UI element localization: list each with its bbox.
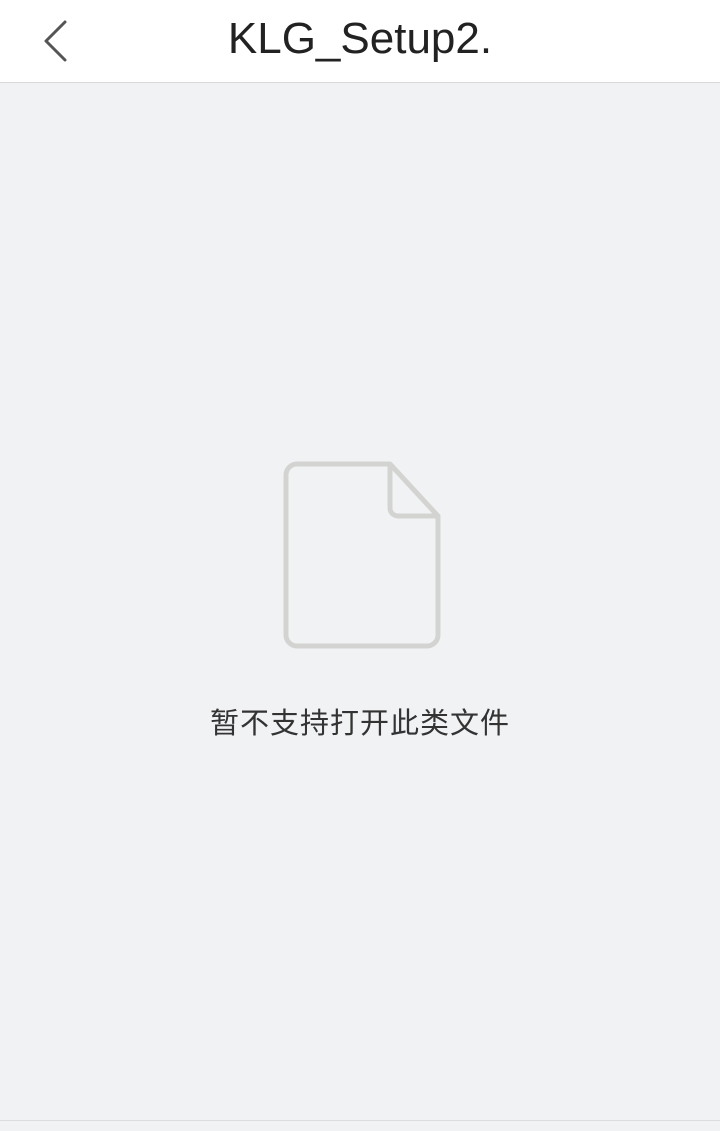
preview-content: 暂不支持打开此类文件 <box>0 83 720 1120</box>
bottom-divider <box>0 1120 720 1121</box>
back-button[interactable] <box>20 0 92 82</box>
file-preview-screen: KLG_Setup2. 暂不支持打开此类文件 <box>0 0 720 1131</box>
chevron-left-icon <box>44 20 67 62</box>
unsupported-file-message: 暂不支持打开此类文件 <box>209 706 510 740</box>
navigation-bar: KLG_Setup2. <box>0 0 720 83</box>
page-title: KLG_Setup2. <box>227 14 493 63</box>
document-icon <box>283 461 443 649</box>
